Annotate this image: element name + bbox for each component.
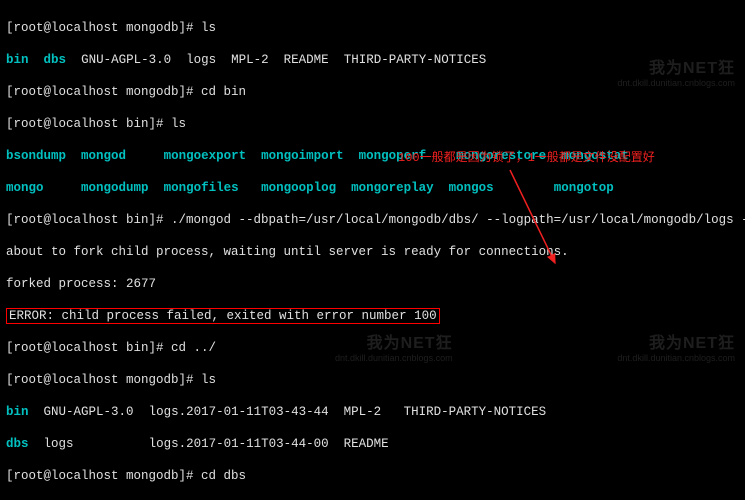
ls-output: bin GNU-AGPL-3.0 logs.2017-01-11T03-43-4… (6, 404, 739, 420)
annotation-text: 100一般都是因为锁了，1一般都是文件没配置好 (398, 150, 655, 166)
command: ./mongod --dbpath=/usr/local/mongodb/dbs… (171, 213, 745, 227)
ls-output: mongo mongodump mongofiles mongooplog mo… (6, 180, 739, 196)
prompt: [root@localhost mongodb]# (6, 21, 201, 35)
prompt: [root@localhost bin]# (6, 213, 171, 227)
error-line: ERROR: child process failed, exited with… (6, 308, 739, 324)
terminal[interactable]: [root@localhost mongodb]# ls bin dbs GNU… (0, 0, 745, 500)
command: cd dbs (201, 469, 246, 483)
command: cd bin (201, 85, 246, 99)
prompt: [root@localhost bin]# (6, 341, 171, 355)
command: cd ../ (171, 341, 216, 355)
prompt: [root@localhost bin]# (6, 117, 171, 131)
prompt: [root@localhost mongodb]# (6, 373, 201, 387)
line: [root@localhost mongodb]# ls (6, 20, 739, 36)
ls-output: bin dbs GNU-AGPL-3.0 logs MPL-2 README T… (6, 52, 739, 68)
prompt: [root@localhost mongodb]# (6, 85, 201, 99)
output: about to fork child process, waiting unt… (6, 244, 739, 260)
output: forked process: 2677 (6, 276, 739, 292)
command: ls (201, 21, 216, 35)
prompt: [root@localhost mongodb]# (6, 469, 201, 483)
command: ls (171, 117, 186, 131)
ls-output: dbs logs logs.2017-01-11T03-44-00 README (6, 436, 739, 452)
error-highlight: ERROR: child process failed, exited with… (6, 308, 440, 324)
command: ls (201, 373, 216, 387)
